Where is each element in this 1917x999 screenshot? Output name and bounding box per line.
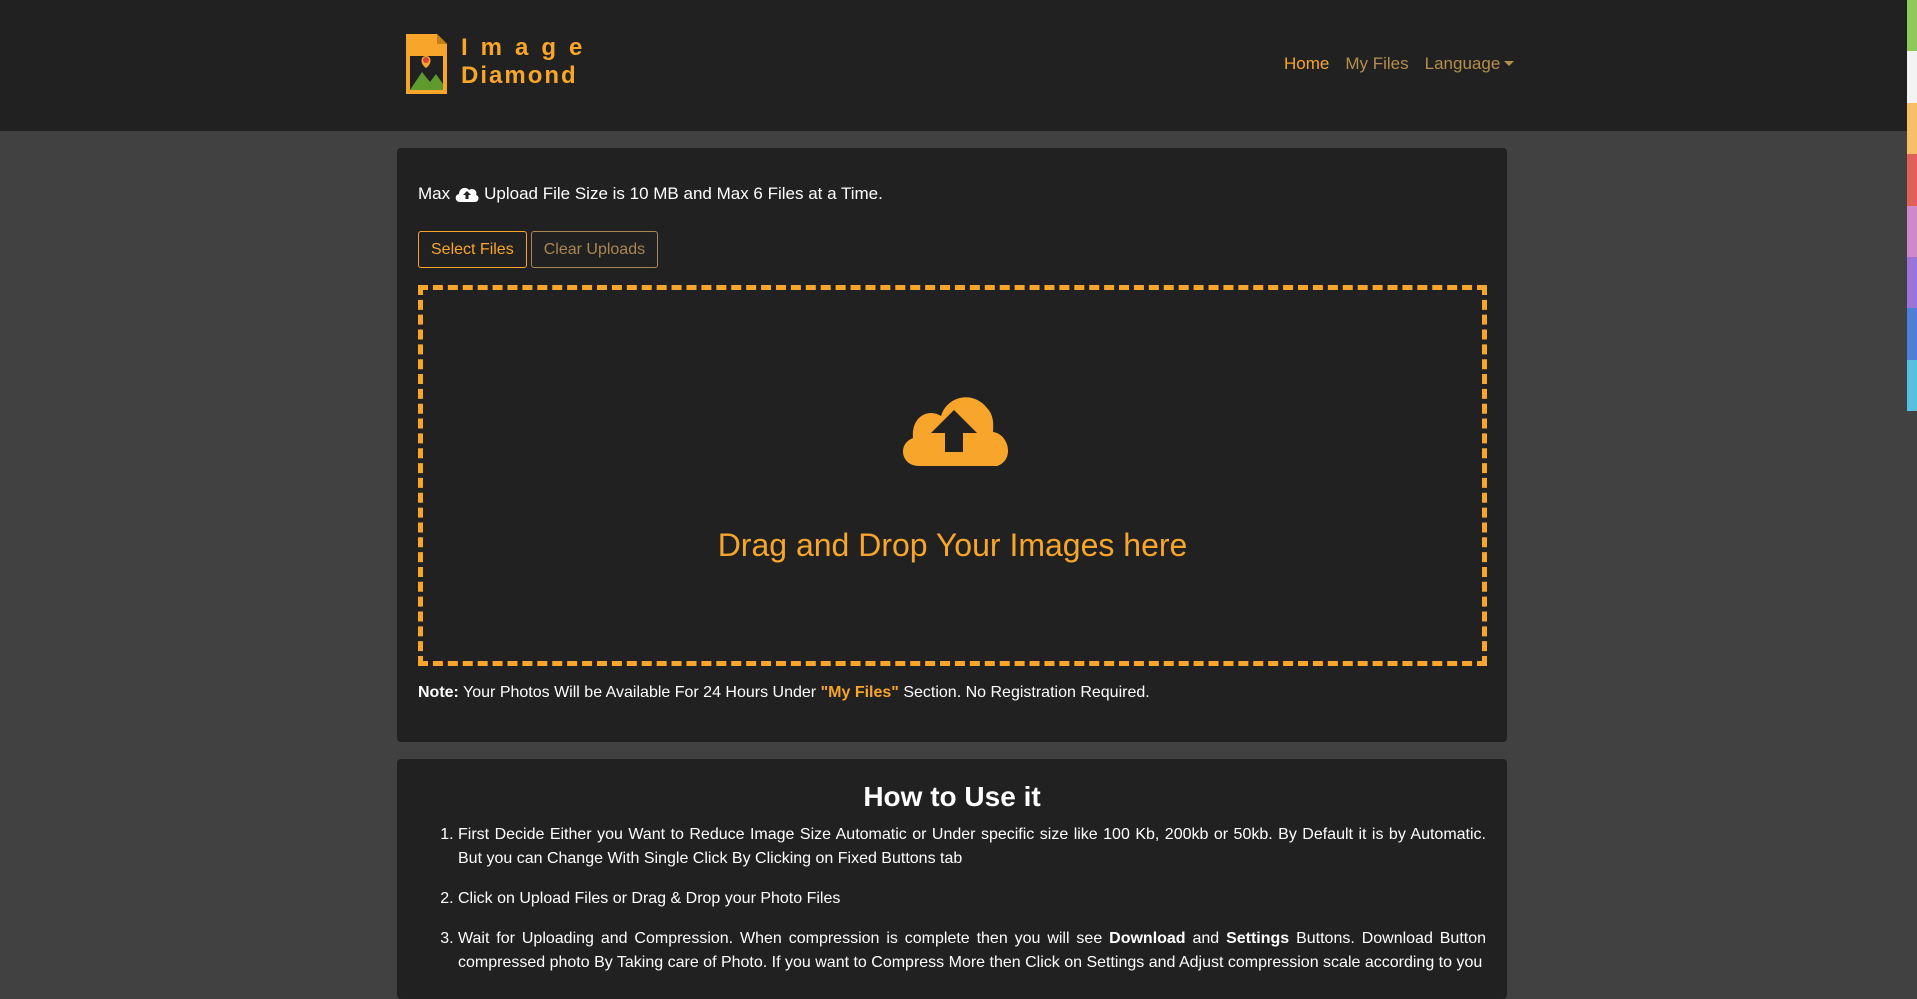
- dropzone[interactable]: Drag and Drop Your Images here: [418, 285, 1487, 666]
- navbar: Image Diamond Home My Files Language: [0, 0, 1917, 131]
- how-to-step-2: Click on Upload Files or Drag & Drop you…: [458, 887, 1486, 911]
- note-after: Section. No Registration Required.: [898, 684, 1150, 701]
- step3-settings: Settings: [1226, 930, 1290, 947]
- step3-download: Download: [1109, 930, 1186, 947]
- brand-line2: Diamond: [461, 62, 578, 89]
- clear-uploads-button[interactable]: Clear Uploads: [530, 231, 659, 268]
- brand-logo-link[interactable]: Image Diamond: [406, 34, 595, 94]
- cloud-upload-icon: [902, 397, 1009, 466]
- step3-and: and: [1185, 930, 1227, 947]
- nav-language-dropdown[interactable]: Language: [1425, 54, 1515, 74]
- upload-card: Max Upload File Size is 10 MB and Max 6 …: [397, 148, 1507, 742]
- how-to-step-1: First Decide Either you Want to Reduce I…: [458, 823, 1486, 871]
- note-my-files: "My Files": [820, 684, 899, 701]
- note-before: Your Photos Will be Available For 24 Hou…: [458, 684, 821, 701]
- how-to-step-3: Wait for Uploading and Compression. When…: [458, 927, 1486, 975]
- select-files-button[interactable]: Select Files: [418, 231, 527, 268]
- nav-language-label: Language: [1424, 54, 1501, 73]
- how-to-steps: First Decide Either you Want to Reduce I…: [458, 823, 1486, 991]
- how-to-title: How to Use it: [863, 781, 1041, 812]
- main-nav: Home My Files Language: [1284, 54, 1515, 74]
- brand-name: Image Diamond: [461, 34, 595, 90]
- availability-note: Note: Your Photos Will be Available For …: [418, 684, 1150, 702]
- note-label: Note:: [418, 684, 459, 701]
- upload-info: Max Upload File Size is 10 MB and Max 6 …: [418, 184, 883, 204]
- nav-home-link[interactable]: Home: [1284, 54, 1329, 74]
- cloud-upload-icon: [455, 187, 479, 202]
- how-to-card: How to Use it First Decide Either you Wa…: [397, 759, 1507, 999]
- nav-my-files-link[interactable]: My Files: [1345, 54, 1408, 74]
- caret-down-icon: [1504, 61, 1515, 66]
- color-strip: [1907, 0, 1917, 412]
- upload-buttons: Select Files Clear Uploads: [418, 231, 659, 268]
- upload-info-prefix: Max: [418, 184, 451, 203]
- image-file-logo-icon: [406, 34, 447, 94]
- upload-info-suffix: Upload File Size is 10 MB and Max 6 File…: [484, 184, 883, 203]
- step3-text-a: Wait for Uploading and Compression. When…: [458, 930, 1110, 947]
- brand-line1: Image: [461, 34, 596, 61]
- dropzone-text: Drag and Drop Your Images here: [717, 527, 1188, 563]
